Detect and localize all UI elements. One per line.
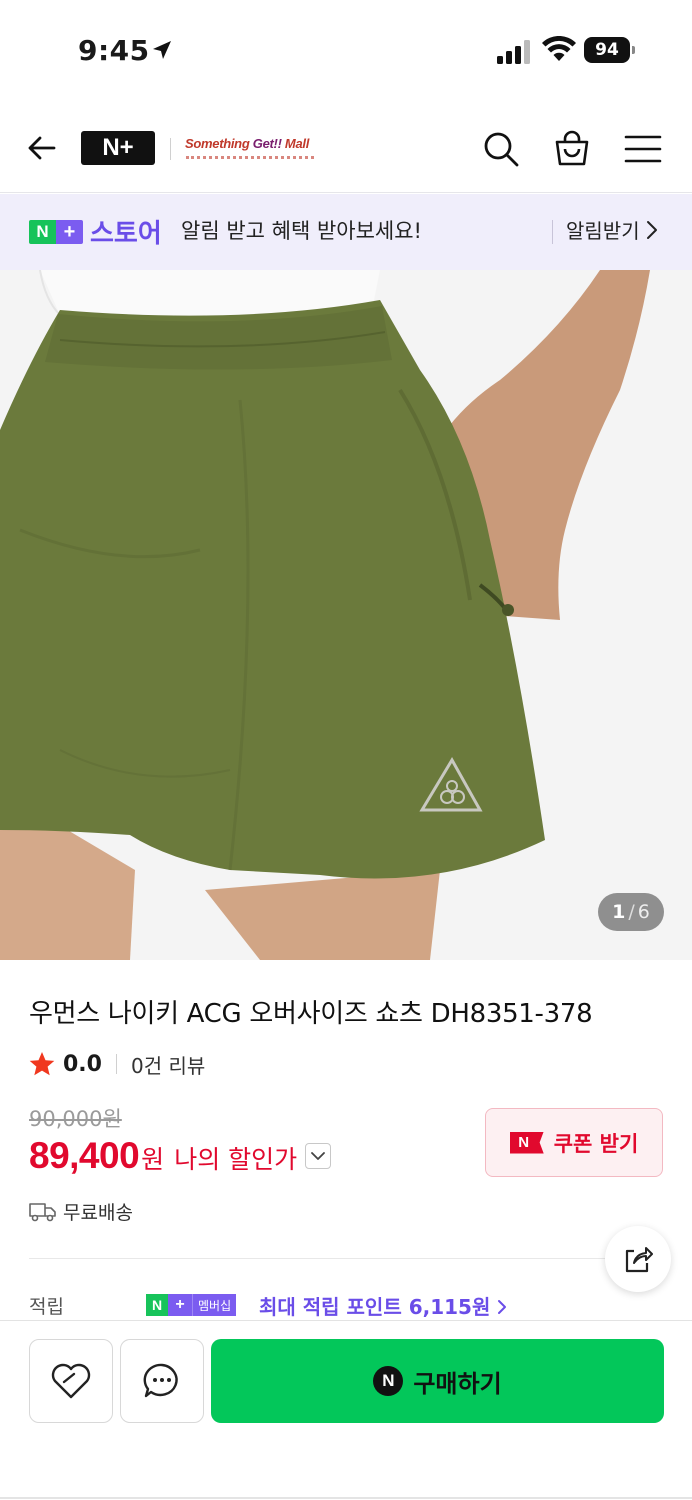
membership-badge-text: 멤버십 bbox=[192, 1294, 237, 1316]
naver-plus-store-badge: N + bbox=[29, 220, 83, 244]
notify-label: 알림받기 bbox=[566, 219, 640, 243]
naver-plus-logo-text: N+ bbox=[102, 134, 134, 161]
coupon-button[interactable]: N 쿠폰 받기 bbox=[485, 1108, 663, 1177]
image-counter-current: 1 bbox=[612, 901, 626, 923]
mall-logo-something: Something bbox=[185, 136, 253, 151]
mall-logo-underline bbox=[186, 156, 314, 159]
buy-label: 구매하기 bbox=[413, 1369, 502, 1398]
product-image[interactable] bbox=[0, 270, 692, 960]
badge-plus: + bbox=[56, 220, 83, 244]
naver-plus-logo[interactable]: N+ bbox=[81, 131, 155, 165]
image-counter-separator: / bbox=[628, 901, 635, 923]
delivery-truck-icon bbox=[29, 1202, 56, 1221]
max-points-text[interactable]: 최대 적립 포인트 6,115원 bbox=[259, 1291, 507, 1320]
store-notification-banner[interactable]: N + 스토어 알림 받고 혜택 받아보세요! 알림받기 bbox=[0, 194, 692, 270]
image-counter-total: 6 bbox=[637, 901, 650, 923]
product-title: 우먼스 나이키 ACG 오버사이즈 쇼츠 DH8351-378 bbox=[29, 999, 593, 1029]
chevron-right-icon bbox=[498, 1300, 507, 1314]
chevron-down-icon bbox=[311, 1152, 326, 1160]
sale-price-row: 89,400 원 나의 할인가 bbox=[29, 1135, 332, 1177]
image-counter: 1 / 6 bbox=[598, 893, 664, 931]
sale-price-unit: 원 bbox=[141, 1145, 165, 1174]
coupon-icon: N bbox=[509, 1131, 544, 1154]
points-label: 적립 bbox=[29, 1296, 64, 1318]
membership-badge: N + 멤버십 bbox=[146, 1294, 237, 1316]
membership-badge-plus: + bbox=[168, 1294, 192, 1316]
chat-button[interactable] bbox=[120, 1339, 204, 1423]
section-divider bbox=[29, 1258, 663, 1259]
rating-value: 0.0 bbox=[63, 1051, 102, 1077]
chat-bubble-icon bbox=[143, 1363, 178, 1398]
cellular-signal-icon bbox=[497, 40, 530, 64]
points-row[interactable]: 적립 N + 멤버십 최대 적립 포인트 6,115원 bbox=[29, 1290, 669, 1320]
my-discount-price-label: 나의 할인가 bbox=[174, 1145, 298, 1174]
heart-icon bbox=[51, 1363, 91, 1399]
badge-n: N bbox=[29, 220, 56, 244]
wifi-icon bbox=[542, 36, 576, 61]
coupon-label: 쿠폰 받기 bbox=[553, 1131, 639, 1156]
star-icon bbox=[29, 1052, 55, 1076]
rating-row[interactable]: 0.0 0건 리뷰 bbox=[29, 1049, 205, 1079]
shipping-label: 무료배송 bbox=[63, 1202, 133, 1224]
product-photo-shorts bbox=[0, 270, 692, 960]
mall-logo-mall: Mall bbox=[281, 136, 310, 151]
rating-divider bbox=[115, 1054, 117, 1074]
buy-button[interactable]: N 구매하기 bbox=[211, 1339, 664, 1423]
notify-button[interactable]: 알림받기 bbox=[566, 215, 658, 244]
top-navigation: N+ Something Get!! Mall bbox=[0, 100, 692, 193]
logo-divider bbox=[170, 138, 171, 160]
mall-logo[interactable]: Something Get!! Mall bbox=[185, 136, 309, 151]
sale-price: 89,400 bbox=[29, 1135, 140, 1176]
review-count[interactable]: 0건 리뷰 bbox=[131, 1050, 205, 1079]
store-banner-message: 알림 받고 혜택 받아보세요! bbox=[181, 219, 422, 243]
shipping-row: 무료배송 bbox=[29, 1198, 133, 1225]
status-time: 9:45 bbox=[78, 34, 150, 67]
mall-logo-get: Get!! bbox=[252, 136, 282, 151]
home-indicator-line bbox=[0, 1497, 692, 1499]
back-arrow-icon[interactable] bbox=[24, 130, 60, 166]
chevron-right-icon bbox=[646, 220, 657, 239]
shopping-bag-icon[interactable] bbox=[553, 130, 591, 168]
search-icon[interactable] bbox=[482, 130, 520, 168]
status-bar: 9:45 94 bbox=[0, 0, 692, 100]
max-points-value: 최대 적립 포인트 6,115원 bbox=[259, 1295, 491, 1319]
original-price: 90,000원 bbox=[29, 1107, 122, 1131]
bottom-action-bar: N 구매하기 bbox=[0, 1320, 692, 1500]
menu-icon[interactable] bbox=[624, 130, 662, 168]
wishlist-button[interactable] bbox=[29, 1339, 113, 1423]
naver-pay-icon: N bbox=[373, 1366, 404, 1396]
location-arrow-icon bbox=[153, 41, 171, 59]
my-price-expand-button[interactable] bbox=[305, 1143, 332, 1169]
banner-divider bbox=[552, 220, 553, 244]
share-button[interactable] bbox=[605, 1226, 671, 1292]
battery-indicator: 94 bbox=[584, 37, 635, 63]
store-name: 스토어 bbox=[90, 219, 162, 249]
share-icon bbox=[625, 1247, 653, 1273]
membership-badge-n: N bbox=[146, 1294, 168, 1316]
